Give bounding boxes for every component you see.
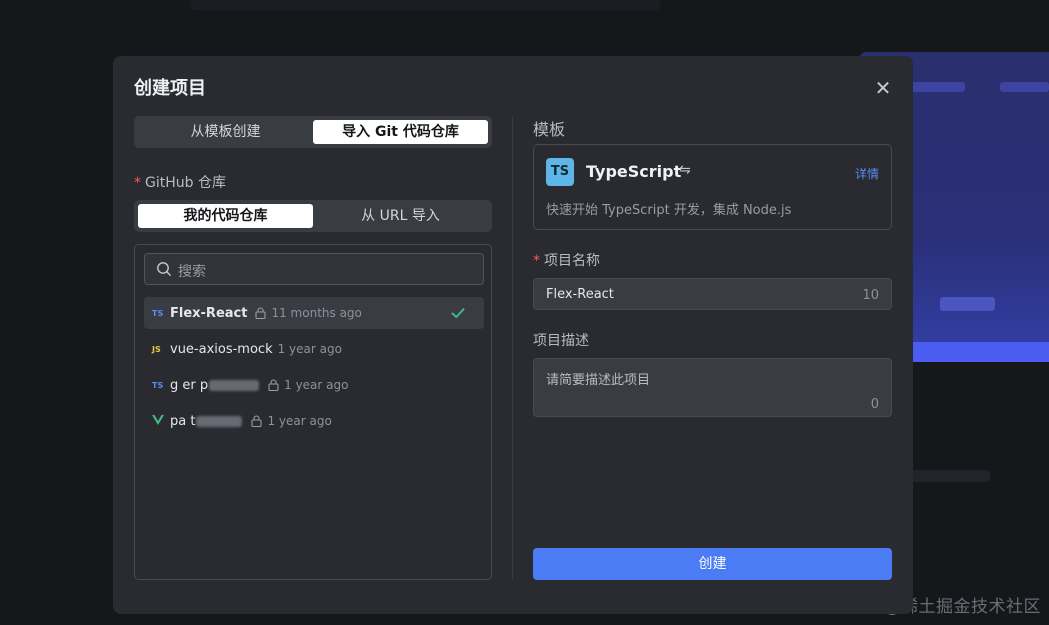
project-name-input[interactable]: Flex-React 10 bbox=[533, 278, 892, 310]
modal-title: 创建项目 bbox=[134, 78, 206, 99]
project-name-value: Flex-React bbox=[546, 287, 614, 302]
tab-my-repos[interactable]: 我的代码仓库 bbox=[138, 204, 313, 228]
repo-time: 1 year ago bbox=[284, 378, 349, 392]
redacted-text bbox=[209, 379, 260, 391]
typescript-icon: TS bbox=[152, 380, 164, 390]
create-project-modal: 创建项目 ✕ 从模板创建 导入 Git 代码仓库 * GitHub 仓库 我的代码… bbox=[113, 56, 913, 614]
create-button[interactable]: 创建 bbox=[533, 548, 892, 580]
template-detail-link[interactable]: 详情 bbox=[855, 165, 879, 182]
typescript-icon: TS bbox=[152, 308, 164, 318]
template-section-title: 模板 bbox=[533, 120, 566, 139]
lock-icon bbox=[251, 415, 263, 427]
search-icon bbox=[157, 262, 171, 276]
project-desc-textarea[interactable]: 请简要描述此项目 0 bbox=[533, 358, 892, 417]
javascript-icon: JS bbox=[152, 344, 161, 354]
background-bar bbox=[1000, 82, 1049, 92]
repo-row-obscured[interactable]: pa t 1 year ago bbox=[144, 405, 484, 437]
check-icon bbox=[451, 308, 465, 318]
search-input[interactable]: 搜索 bbox=[144, 253, 484, 285]
template-card: TS TypeScript ⇋ 详情 快速开始 TypeScript 开发，集成… bbox=[533, 144, 892, 230]
repo-name: g er p bbox=[170, 377, 209, 393]
search-placeholder: 搜索 bbox=[178, 264, 206, 280]
repo-name: vue-axios-mock bbox=[170, 341, 273, 357]
template-name: TypeScript bbox=[586, 162, 682, 181]
repo-name: pa t bbox=[170, 413, 196, 429]
project-name-label: * 项目名称 bbox=[533, 250, 600, 270]
lock-icon bbox=[255, 307, 267, 319]
project-desc-placeholder: 请简要描述此项目 bbox=[546, 373, 651, 388]
column-divider bbox=[512, 116, 513, 580]
vue-icon bbox=[152, 414, 170, 428]
background-text-line bbox=[190, 0, 660, 10]
swap-icon[interactable]: ⇋ bbox=[679, 162, 691, 178]
close-icon[interactable]: ✕ bbox=[873, 78, 893, 98]
github-repo-label: * GitHub 仓库 bbox=[134, 172, 226, 192]
typescript-icon: TS bbox=[546, 158, 574, 186]
tab-import-git[interactable]: 导入 Git 代码仓库 bbox=[313, 120, 488, 144]
template-description: 快速开始 TypeScript 开发，集成 Node.js bbox=[546, 203, 792, 218]
github-source-tabs: 我的代码仓库 从 URL 导入 bbox=[134, 200, 492, 232]
vue-logo-icon bbox=[152, 415, 164, 425]
background-bar bbox=[910, 82, 965, 92]
repo-name: Flex-React bbox=[170, 305, 248, 321]
lock-icon bbox=[268, 379, 279, 391]
repo-row-obscured[interactable]: TS g er p 1 year ago bbox=[144, 369, 484, 401]
char-counter: 0 bbox=[870, 397, 879, 412]
tab-import-url[interactable]: 从 URL 导入 bbox=[313, 204, 488, 228]
tab-from-template[interactable]: 从模板创建 bbox=[138, 120, 313, 144]
repo-row-vue-axios-mock[interactable]: JS vue-axios-mock 1 year ago bbox=[144, 333, 484, 365]
required-mark: * bbox=[134, 175, 141, 191]
project-name-label-text: 项目名称 bbox=[544, 253, 600, 269]
redacted-text bbox=[196, 415, 243, 427]
repo-time: 1 year ago bbox=[267, 414, 332, 428]
repo-time: 1 year ago bbox=[277, 342, 342, 356]
char-counter: 10 bbox=[862, 288, 879, 303]
required-mark: * bbox=[533, 253, 540, 269]
repo-list: 搜索 TS Flex-React 11 months ago JS vue-ax… bbox=[134, 244, 492, 580]
background-bar bbox=[940, 297, 995, 311]
github-repo-label-text: GitHub 仓库 bbox=[145, 175, 226, 191]
source-tabs: 从模板创建 导入 Git 代码仓库 bbox=[134, 116, 492, 148]
project-desc-label: 项目描述 bbox=[533, 333, 589, 349]
repo-time: 11 months ago bbox=[271, 306, 362, 320]
repo-row-flex-react[interactable]: TS Flex-React 11 months ago bbox=[144, 297, 484, 329]
